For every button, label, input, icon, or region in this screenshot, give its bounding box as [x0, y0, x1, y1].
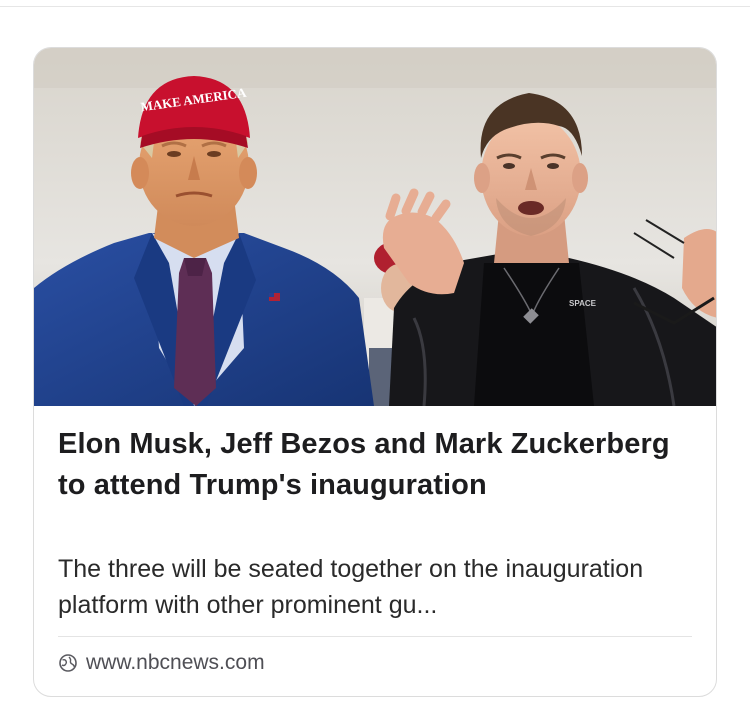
news-card[interactable]: MAKE AMERICA SPACE Elon Musk, Jeff Bezos…: [33, 47, 717, 697]
source-link[interactable]: www.nbcnews.com: [58, 651, 265, 675]
article-headline[interactable]: Elon Musk, Jeff Bezos and Mark Zuckerber…: [58, 424, 698, 506]
source-url[interactable]: www.nbcnews.com: [86, 651, 265, 675]
article-snippet: The three will be seated together on the…: [58, 555, 644, 619]
top-divider: [0, 6, 750, 7]
article-photo[interactable]: MAKE AMERICA SPACE: [34, 48, 716, 406]
globe-icon: [59, 654, 77, 672]
shirt-text: SPACE: [569, 299, 597, 308]
card-divider: [58, 636, 692, 637]
